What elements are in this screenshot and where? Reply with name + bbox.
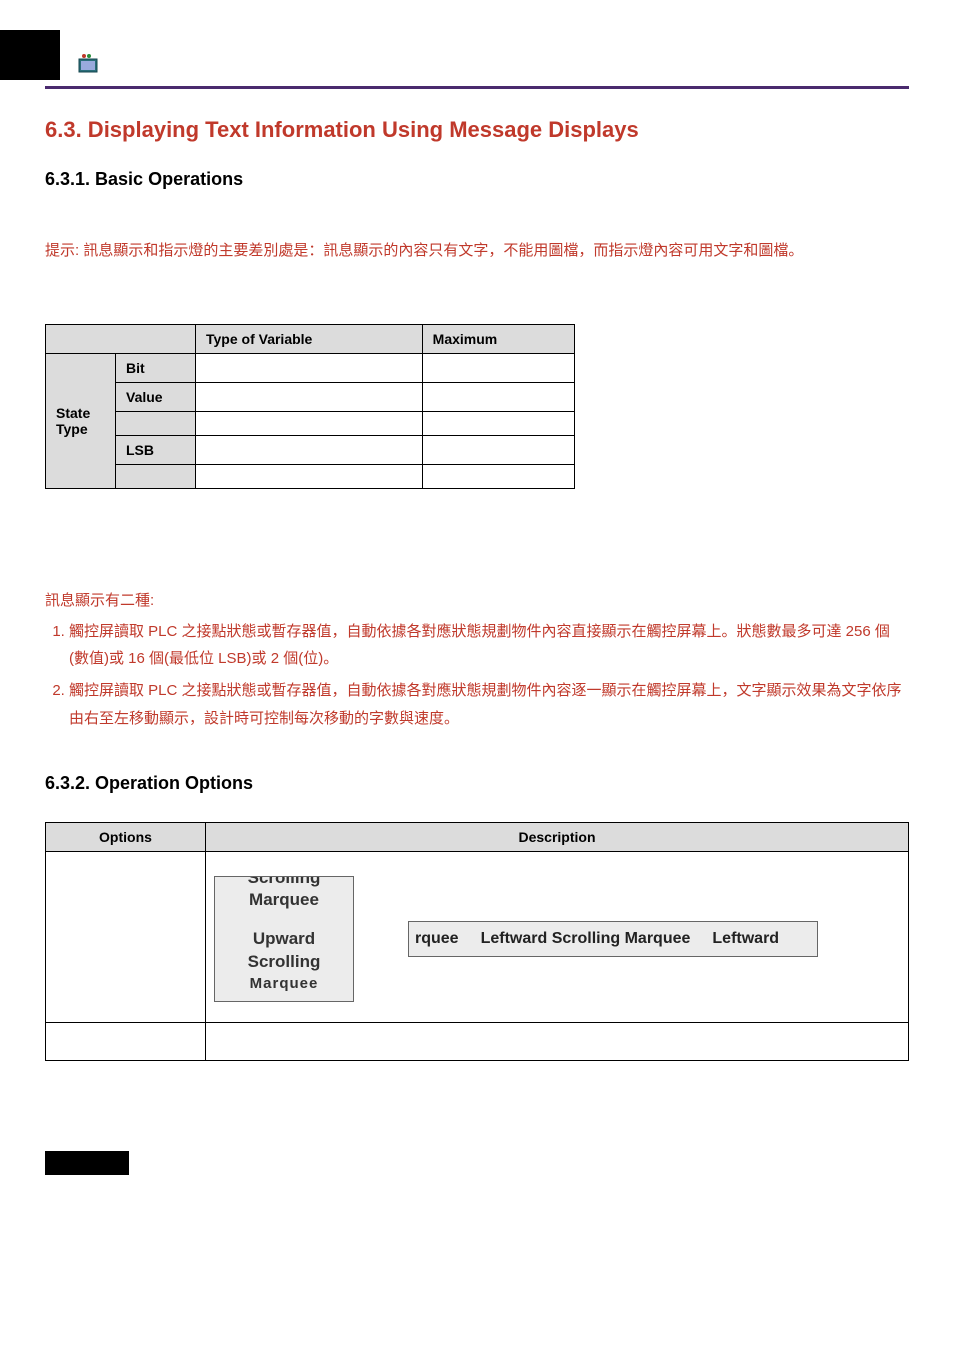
page-footer-tab: [45, 1151, 129, 1175]
state-type-table: Type of Variable Maximum State Type Bit …: [45, 324, 575, 489]
marquee-text-left-cut: rquee: [415, 930, 459, 948]
page-body: 6.3. Displaying Text Information Using M…: [0, 117, 954, 1081]
cell-type: [196, 411, 423, 435]
page-header: [0, 30, 954, 80]
options-cell: [46, 851, 206, 1022]
row-label-blank: [116, 411, 196, 435]
row-label-blank: [116, 464, 196, 488]
doc-icon: [78, 53, 100, 78]
description-cell: Scrolling Marquee Upward Scrolling Marqu…: [206, 851, 909, 1022]
leftward-marquee-figure: rquee Leftward Scrolling Marquee Leftwar…: [408, 921, 818, 957]
panel-text: Marquee: [229, 889, 339, 912]
row-label-lsb: LSB: [116, 435, 196, 464]
table-row: State Type Bit: [46, 353, 575, 382]
row-label-bit: Bit: [116, 353, 196, 382]
chapter-tab: [0, 30, 60, 80]
table-header-description: Description: [206, 822, 909, 851]
marquee-text-right-cut: Leftward: [712, 930, 779, 948]
types-list: 觸控屏讀取 PLC 之接點狀態或暫存器值，自動依據各對應狀態規劃物件內容直接顯示…: [45, 618, 909, 733]
subsection-operation-options: 6.3.2. Operation Options: [45, 773, 909, 794]
subsection-basic-operations: 6.3.1. Basic Operations: [45, 169, 909, 190]
marquee-text-mid: Leftward Scrolling Marquee: [481, 930, 691, 948]
table-header-blank: [46, 324, 196, 353]
cell-max: [422, 353, 574, 382]
panel-text: Scrolling: [229, 876, 339, 890]
table-row: [46, 411, 575, 435]
cell-type: [196, 382, 423, 411]
table-row: [46, 1022, 909, 1060]
header-divider: [45, 86, 909, 89]
panel-text: Upward: [229, 928, 339, 951]
table-header-options: Options: [46, 822, 206, 851]
table-row: Value: [46, 382, 575, 411]
panel-text: Scrolling: [229, 951, 339, 974]
cell-max: [422, 411, 574, 435]
table-row: Scrolling Marquee Upward Scrolling Marqu…: [46, 851, 909, 1022]
panel-text-cut: Marquee: [229, 974, 339, 994]
options-cell: [46, 1022, 206, 1060]
operation-options-table: Options Description Scrolling Marquee Up…: [45, 822, 909, 1061]
table-row: [46, 464, 575, 488]
scrolling-panel-figure: Scrolling Marquee Upward Scrolling Marqu…: [214, 876, 354, 1002]
types-intro: 訊息顯示有二種:: [45, 589, 909, 610]
list-item: 觸控屏讀取 PLC 之接點狀態或暫存器值，自動依據各對應狀態規劃物件內容直接顯示…: [69, 618, 909, 674]
hint-paragraph: 提示: 訊息顯示和指示燈的主要差別處是：訊息顯示的內容只有文字，不能用圖檔，而指…: [45, 238, 909, 264]
description-cell: [206, 1022, 909, 1060]
state-type-row-label: State Type: [46, 353, 116, 488]
description-figures: Scrolling Marquee Upward Scrolling Marqu…: [214, 876, 900, 1002]
cell-type: [196, 435, 423, 464]
list-item: 觸控屏讀取 PLC 之接點狀態或暫存器值，自動依據各對應狀態規劃物件內容逐一顯示…: [69, 677, 909, 733]
row-label-value: Value: [116, 382, 196, 411]
table-header-type-of-variable: Type of Variable: [196, 324, 423, 353]
cell-max: [422, 464, 574, 488]
cell-max: [422, 435, 574, 464]
table-row: LSB: [46, 435, 575, 464]
cell-type: [196, 353, 423, 382]
table-header-maximum: Maximum: [422, 324, 574, 353]
section-title: 6.3. Displaying Text Information Using M…: [45, 117, 909, 143]
cell-type: [196, 464, 423, 488]
cell-max: [422, 382, 574, 411]
